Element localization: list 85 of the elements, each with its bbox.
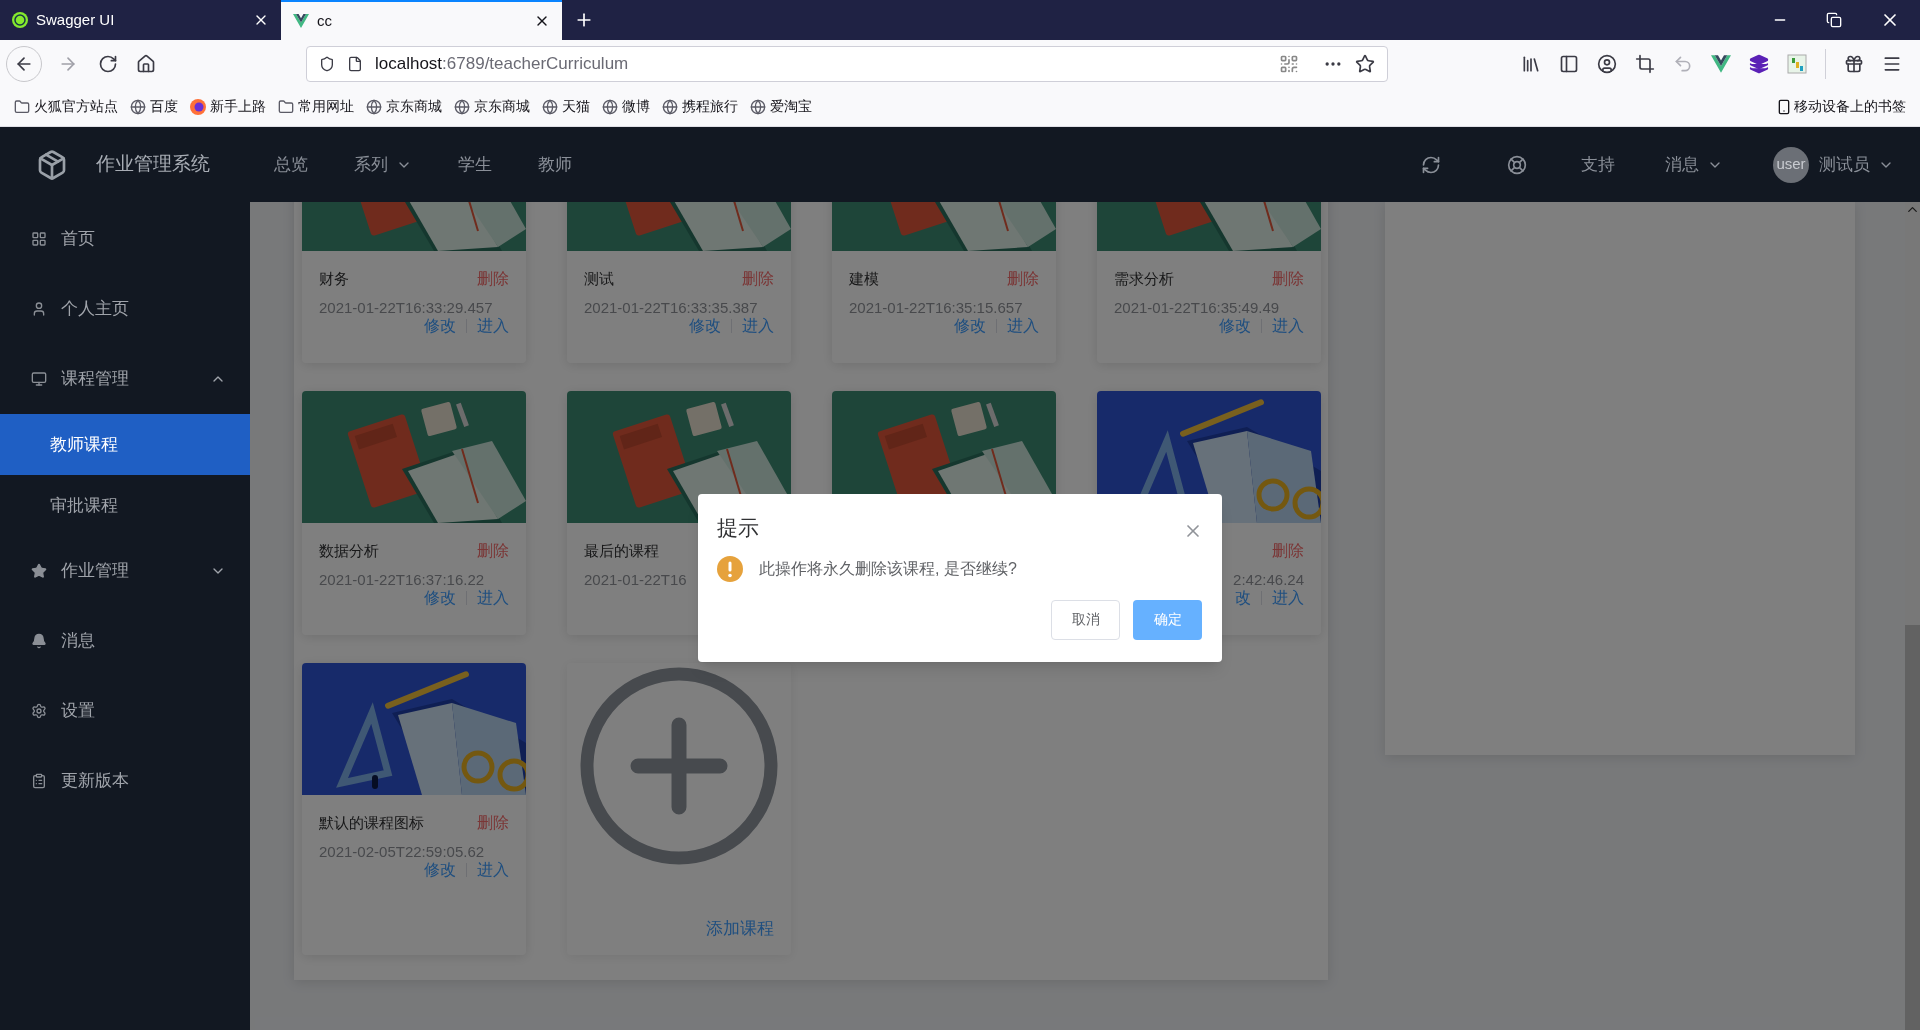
- lifebuoy-icon[interactable]: [1507, 154, 1527, 175]
- clipboard-icon: [31, 773, 47, 789]
- v-logo-icon[interactable]: [1711, 54, 1731, 73]
- bookmark-item[interactable]: 爱淘宝: [750, 96, 812, 117]
- course-title: 数据分析: [319, 540, 379, 561]
- course-title: 需求分析: [1114, 268, 1174, 289]
- user-menu[interactable]: 测试员: [1819, 151, 1894, 178]
- v-logo-icon: [293, 14, 309, 28]
- sidebar-item[interactable]: 课程管理: [0, 344, 250, 414]
- globe-icon: [130, 98, 146, 115]
- course-title: 财务: [319, 268, 349, 289]
- star-icon: [31, 563, 47, 579]
- bookmark-item[interactable]: 新手上路: [190, 96, 266, 117]
- shield-icon: [319, 55, 335, 72]
- dialog-message: 此操作将永久删除该课程, 是否继续?: [759, 558, 1017, 579]
- cancel-button[interactable]: 取消: [1051, 599, 1120, 640]
- bookmark-item[interactable]: 百度: [130, 96, 178, 117]
- course-title: 测试: [584, 268, 614, 289]
- sidebar-subitem[interactable]: 审批课程: [0, 475, 250, 536]
- tab-title: cc: [317, 10, 333, 31]
- address-bar[interactable]: localhost:6789/teacherCurriculum: [306, 45, 1388, 82]
- sidebar-item[interactable]: 首页: [0, 204, 250, 274]
- bookmark-item[interactable]: 携程旅行: [662, 96, 738, 117]
- globe-icon: [454, 98, 470, 115]
- globe-icon: [602, 98, 618, 115]
- nav-link[interactable]: 教师: [538, 151, 572, 178]
- bookmark-item[interactable]: 京东商城: [366, 96, 442, 117]
- nav-link[interactable]: 系列: [354, 151, 412, 178]
- layers-icon[interactable]: [1749, 53, 1769, 74]
- browser-tab[interactable]: Swagger UI: [0, 0, 281, 40]
- monitor-icon: [31, 371, 47, 387]
- bookmark-item[interactable]: 京东商城: [454, 96, 530, 117]
- crop-icon[interactable]: [1635, 53, 1655, 74]
- sidebar-icon[interactable]: [1559, 53, 1579, 74]
- bookmark-star-icon[interactable]: [1355, 53, 1375, 74]
- mobile-bookmarks[interactable]: 移动设备上的书签: [1776, 96, 1906, 117]
- folder-icon: [278, 98, 294, 115]
- course-title: 默认的课程图标: [319, 812, 424, 833]
- bookmark-item[interactable]: 天猫: [542, 96, 590, 117]
- bell-icon: [31, 633, 47, 649]
- home-icon[interactable]: [136, 53, 156, 74]
- globe-icon: [662, 98, 678, 115]
- avatar[interactable]: user: [1773, 146, 1809, 183]
- brace-circle-icon: [12, 12, 28, 28]
- warning-icon: [717, 555, 743, 582]
- dialog-title: 提示: [717, 515, 759, 541]
- sidebar-item[interactable]: 消息: [0, 606, 250, 676]
- user-icon: [31, 301, 47, 317]
- nav-link[interactable]: 总览: [274, 151, 308, 178]
- bookmark-item[interactable]: 微博: [602, 96, 650, 117]
- chart-sheet-icon[interactable]: [1787, 53, 1807, 74]
- url-text: localhost:6789/teacherCurriculum: [375, 52, 630, 75]
- globe-icon: [750, 98, 766, 115]
- refresh-icon[interactable]: [1421, 154, 1441, 175]
- sidebar-item[interactable]: 更新版本: [0, 746, 250, 816]
- reload-icon[interactable]: [98, 53, 118, 74]
- sidebar-subitem[interactable]: 教师课程: [0, 414, 250, 475]
- grid-icon: [31, 231, 47, 247]
- nav-link[interactable]: 学生: [458, 151, 492, 178]
- restore-icon[interactable]: [1826, 12, 1842, 28]
- page-icon: [347, 55, 363, 72]
- sidebar-item[interactable]: 设置: [0, 676, 250, 746]
- globe-icon: [366, 98, 382, 115]
- tab-title: Swagger UI: [36, 9, 116, 30]
- fox-globe-icon: [190, 98, 206, 115]
- qr-code-icon[interactable]: [1279, 53, 1299, 74]
- bookmark-item[interactable]: 常用网址: [278, 96, 354, 117]
- app-title: 作业管理系统: [96, 152, 210, 177]
- box-logo-icon: [36, 148, 68, 181]
- phone-icon: [1776, 98, 1792, 115]
- gift-icon[interactable]: [1844, 53, 1864, 74]
- course-title: 最后的课程: [584, 540, 659, 561]
- header-link[interactable]: 消息: [1665, 151, 1723, 178]
- folder-icon: [14, 98, 30, 115]
- plus-circle-icon: [580, 667, 778, 865]
- browser-tab[interactable]: cc: [281, 0, 562, 40]
- sidebar-item[interactable]: 作业管理: [0, 536, 250, 606]
- settings-icon: [31, 703, 47, 719]
- globe-icon: [542, 98, 558, 115]
- course-title: 建模: [849, 268, 879, 289]
- header-link[interactable]: 支持: [1581, 151, 1615, 178]
- bookmark-item[interactable]: 火狐官方站点: [14, 96, 118, 117]
- account-icon[interactable]: [1597, 53, 1617, 74]
- sidebar-item[interactable]: 个人主页: [0, 274, 250, 344]
- scroll-thumb[interactable]: [1905, 625, 1920, 1030]
